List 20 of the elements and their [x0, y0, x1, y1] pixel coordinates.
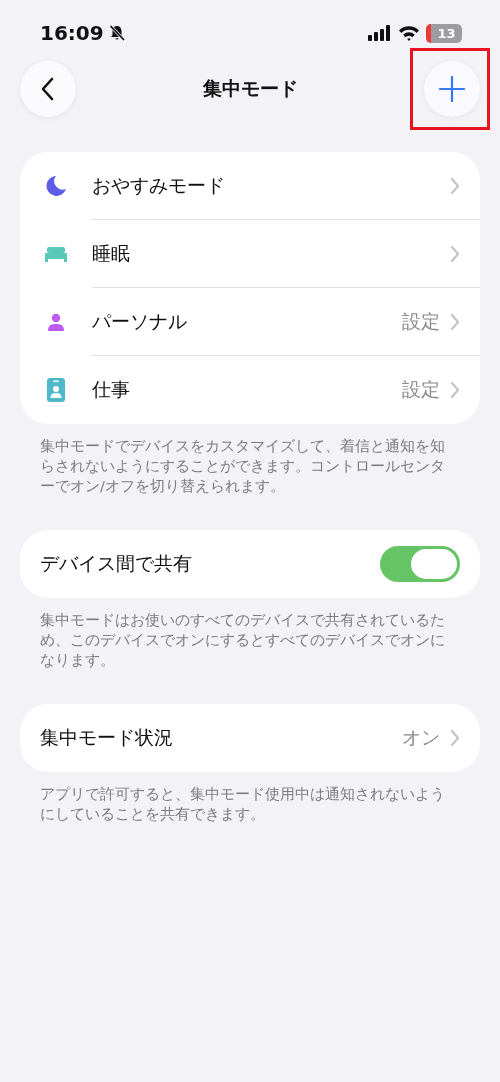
mode-name: 仕事	[92, 377, 131, 402]
page-title: 集中モード	[202, 76, 298, 101]
setting-value: オン	[402, 725, 440, 750]
focus-mode-row[interactable]: パーソナル 設定	[20, 288, 480, 356]
mode-setup-label: 設定	[402, 308, 440, 334]
setting-label: デバイス間で共有	[40, 551, 193, 576]
mode-name: 睡眠	[92, 240, 131, 266]
section-footnote: 集中モードでデバイスをカスタマイズして、着信と通知を知らされないようにすることができます。コントロールセンターでオン/オフを切り替えられます。	[40, 437, 446, 496]
battery-percent: 13	[436, 24, 457, 43]
focus-mode-row[interactable]: 仕事 設定	[20, 356, 480, 424]
focus-mode-row[interactable]: 睡眠	[20, 220, 480, 288]
mode-setup-label: 設定	[402, 377, 440, 402]
focus-mode-row[interactable]: おやすみモード	[20, 152, 480, 220]
mode-name: パーソナル	[92, 308, 188, 334]
mode-name: おやすみモード	[92, 172, 226, 198]
focus-status-row[interactable]: 集中モード状況 オン	[20, 704, 480, 772]
clock-time: 16:09	[40, 21, 104, 45]
setting-label: 集中モード状況	[40, 725, 174, 750]
section-footnote: アプリで許可すると、集中モード使用中は通知されないようにしていることを共有できます。	[40, 785, 446, 824]
section-footnote: 集中モードはお使いのすべてのデバイスで共有されているため、このデバイスでオンにするとすべてのデバイスでオンになります。	[40, 611, 446, 670]
